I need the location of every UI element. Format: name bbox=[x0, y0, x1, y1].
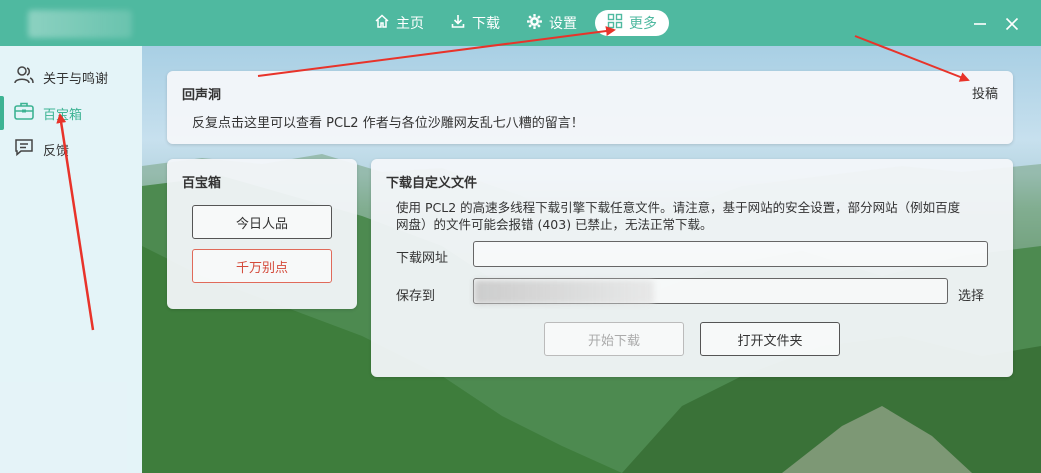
title-bar: 主页 下载 设置 更多 bbox=[0, 0, 1041, 46]
user-icon bbox=[13, 65, 43, 89]
home-icon bbox=[374, 13, 396, 33]
sidebar-item-about[interactable]: 关于与鸣谢 bbox=[0, 60, 142, 94]
gear-icon bbox=[526, 13, 549, 34]
download-custom-file-card: 下载自定义文件 使用 PCL2 的高速多线程下载引擎下载任意文件。请注意，基于网… bbox=[371, 159, 1013, 377]
toolbox-title: 百宝箱 bbox=[182, 176, 222, 191]
echo-cave-text: 反复点击这里可以查看 PCL2 作者与各位沙雕网友乱七八糟的留言！ bbox=[192, 116, 584, 131]
echo-cave-card[interactable]: 回声洞 投稿 反复点击这里可以查看 PCL2 作者与各位沙雕网友乱七八糟的留言！ bbox=[167, 71, 1013, 144]
download-description-line2: 网盘）的文件可能会报错 (403) 已禁止，无法正常下载。 bbox=[396, 217, 713, 232]
sidebar-item-toolbox[interactable]: 百宝箱 bbox=[0, 96, 142, 130]
choose-link[interactable]: 选择 bbox=[958, 285, 984, 304]
nav-settings-label: 设置 bbox=[549, 16, 577, 32]
chat-icon bbox=[13, 137, 43, 161]
toolbox-icon bbox=[13, 101, 43, 125]
download-card-title: 下载自定义文件 bbox=[386, 176, 478, 191]
nav-home-label: 主页 bbox=[396, 16, 424, 32]
app-logo bbox=[28, 10, 132, 38]
start-download-button[interactable]: 开始下载 bbox=[544, 322, 684, 356]
redacted-save-path bbox=[474, 280, 654, 304]
grid-icon bbox=[607, 13, 629, 33]
sidebar-item-feedback[interactable]: 反馈 bbox=[0, 132, 142, 166]
minimize-button[interactable] bbox=[968, 12, 992, 36]
sidebar-item-label: 关于与鸣谢 bbox=[43, 71, 109, 87]
toolbox-card: 百宝箱 今日人品 千万别点 bbox=[167, 159, 357, 309]
close-button[interactable] bbox=[1000, 12, 1024, 36]
download-icon bbox=[450, 13, 472, 33]
dont-click-button[interactable]: 千万别点 bbox=[192, 249, 332, 283]
sidebar-item-label: 百宝箱 bbox=[43, 107, 83, 123]
today-luck-button[interactable]: 今日人品 bbox=[192, 205, 332, 239]
nav-more-label: 更多 bbox=[629, 16, 657, 32]
url-input[interactable] bbox=[473, 241, 988, 267]
nav-download-label: 下载 bbox=[472, 16, 500, 32]
sidebar: 关于与鸣谢 百宝箱 反馈 bbox=[0, 46, 142, 473]
open-folder-button[interactable]: 打开文件夹 bbox=[700, 322, 840, 356]
nav-more[interactable]: 更多 bbox=[595, 10, 669, 36]
echo-cave-title: 回声洞 bbox=[182, 88, 222, 103]
save-to-label: 保存到 bbox=[396, 289, 436, 304]
top-nav: 主页 下载 设置 更多 bbox=[366, 10, 679, 36]
nav-home[interactable]: 主页 bbox=[366, 10, 432, 36]
nav-settings[interactable]: 设置 bbox=[518, 10, 585, 36]
submit-link[interactable]: 投稿 bbox=[972, 83, 998, 102]
nav-download[interactable]: 下载 bbox=[442, 10, 508, 36]
sidebar-item-label: 反馈 bbox=[43, 143, 70, 159]
url-label: 下载网址 bbox=[396, 251, 449, 266]
